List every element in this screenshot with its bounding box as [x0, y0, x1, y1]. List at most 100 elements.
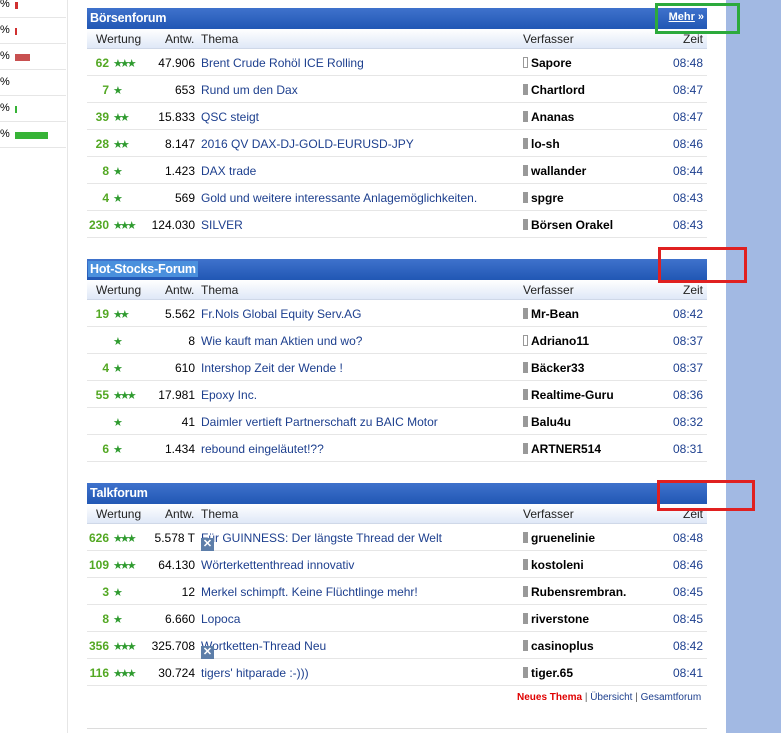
thread-topic-link[interactable]: tigers' hitparade :-))) [201, 666, 309, 680]
post-time-link[interactable]: 08:36 [673, 388, 703, 402]
post-time-link[interactable]: 08:48 [673, 531, 703, 545]
post-time-link[interactable]: 08:42 [673, 639, 703, 653]
thread-topic-link[interactable]: DAX trade [201, 164, 256, 178]
post-time-link[interactable]: 08:37 [673, 334, 703, 348]
author-link[interactable]: gruenelinie [523, 531, 595, 545]
author-link[interactable]: ARTNER514 [523, 442, 601, 456]
column-header-author[interactable]: Verfasser [523, 283, 574, 297]
author-link[interactable]: Bäcker33 [523, 361, 584, 375]
table-row[interactable]: 4 ★ 569 Gold und weitere interessante Anlag… [87, 184, 707, 211]
thread-topic-link[interactable]: Wie kauft man Aktien und wo? [201, 334, 362, 348]
post-time-link[interactable]: 08:44 [673, 164, 703, 178]
thread-topic-link[interactable]: Intershop Zeit der Wende ! [201, 361, 343, 375]
table-row[interactable]: ★ 8 Wie kauft man Aktien und wo? Adriano11 0… [87, 327, 707, 354]
thread-topic-link[interactable]: Brent Crude Rohöl ICE Rolling [201, 56, 364, 70]
table-row[interactable]: 8 ★ 6.660 Lopoca riverstone 08:45 [87, 605, 707, 632]
column-header-author[interactable]: Verfasser [523, 32, 574, 46]
author-link[interactable]: Mr-Bean [523, 307, 579, 321]
post-time-link[interactable]: 08:47 [673, 110, 703, 124]
column-header-answers[interactable]: Antw. [165, 507, 194, 521]
thread-topic-link[interactable]: Gold und weitere interessante Anlagemögl… [201, 191, 477, 205]
column-header-topic[interactable]: Thema [201, 283, 238, 297]
thread-topic-link[interactable]: Daimler vertieft Partnerschaft zu BAIC M… [201, 415, 438, 429]
column-header-rating[interactable]: Wertung [96, 507, 141, 521]
all-forums-link[interactable]: Gesamtforum [641, 692, 702, 703]
thread-topic-link[interactable]: Lopoca [201, 612, 240, 626]
column-header-topic[interactable]: Thema [201, 507, 238, 521]
author-link[interactable]: riverstone [523, 612, 589, 626]
column-header-answers[interactable]: Antw. [165, 32, 194, 46]
table-row[interactable]: 8 ★ 1.423 DAX trade wallander 08:44 [87, 157, 707, 184]
table-row[interactable]: ★ 41 Daimler vertieft Partnerschaft zu BAI… [87, 408, 707, 435]
author-link[interactable]: wallander [523, 164, 586, 178]
column-header-topic[interactable]: Thema [201, 32, 238, 46]
thread-topic-link[interactable]: 2016 QV DAX-DJ-GOLD-EURUSD-JPY [201, 137, 414, 151]
post-time-link[interactable]: 08:45 [673, 612, 703, 626]
column-header-rating[interactable]: Wertung [96, 283, 141, 297]
answer-count: 5.562 [164, 307, 195, 321]
author-link[interactable]: lo-sh [523, 137, 560, 151]
forum-title[interactable]: Talkforum [90, 486, 148, 500]
author-link[interactable]: Adriano11 [523, 334, 589, 348]
author-link[interactable]: casinoplus [523, 639, 594, 653]
thread-topic-link[interactable]: Fr.Nols Global Equity Serv.AG [201, 307, 362, 321]
table-row[interactable]: 6 ★ 1.434 rebound eingeläutet!?? ARTNER514 08… [87, 435, 707, 462]
thread-topic-link[interactable]: ✕ Für GUINNESS: Der längste Thread der We… [201, 531, 442, 551]
post-time-link[interactable]: 08:31 [673, 442, 703, 456]
table-row[interactable]: 626 ★★★ 5.578 T ✕ Für GUINNESS: Der längste … [87, 524, 707, 551]
forum-title[interactable]: Börsenforum [90, 11, 166, 25]
post-time-link[interactable]: 08:37 [673, 361, 703, 375]
table-row[interactable]: 109 ★★★ 64.130 Wörterkettenthread innovativ… [87, 551, 707, 578]
post-time-link[interactable]: 08:43 [673, 218, 703, 232]
column-header-answers[interactable]: Antw. [165, 283, 194, 297]
column-header-author[interactable]: Verfasser [523, 507, 574, 521]
table-row[interactable]: 19 ★★ 5.562 Fr.Nols Global Equity Serv.AG Mr… [87, 300, 707, 327]
thread-topic-link[interactable]: QSC steigt [201, 110, 259, 124]
thread-topic-link[interactable]: Wörterkettenthread innovativ [201, 558, 354, 572]
author-link[interactable]: Balu4u [523, 415, 571, 429]
author-link[interactable]: tiger.65 [523, 666, 573, 680]
thread-topic-link[interactable]: rebound eingeläutet!?? [201, 442, 324, 456]
column-header-rating[interactable]: Wertung [96, 32, 141, 46]
thread-topic-link[interactable]: Epoxy Inc. [201, 388, 257, 402]
post-time-link[interactable]: 08:47 [673, 83, 703, 97]
overview-link[interactable]: Übersicht [590, 692, 632, 703]
table-row[interactable]: 55 ★★★ 17.981 Epoxy Inc. Realtime-Guru 08:36 [87, 381, 707, 408]
table-row[interactable]: 116 ★★★ 30.724 tigers' hitparade :-))) tiger… [87, 659, 707, 686]
table-row[interactable]: 39 ★★ 15.833 QSC steigt Ananas 08:47 [87, 103, 707, 130]
post-time-link[interactable]: 08:46 [673, 137, 703, 151]
thread-topic-link[interactable]: Rund um den Dax [201, 83, 298, 97]
post-time-link[interactable]: 08:42 [673, 307, 703, 321]
percentage-label: % [0, 0, 10, 10]
table-row[interactable]: 230 ★★★ 124.030 SILVER Börsen Orakel 08:43 [87, 211, 707, 238]
column-header-time[interactable]: Zeit [683, 32, 703, 46]
thread-topic-link[interactable]: Merkel schimpft. Keine Flüchtlinge mehr! [201, 585, 418, 599]
author-link[interactable]: Sapore [523, 56, 572, 70]
post-time-link[interactable]: 08:32 [673, 415, 703, 429]
post-time-link[interactable]: 08:45 [673, 585, 703, 599]
author-link[interactable]: Ananas [523, 110, 574, 124]
author-link[interactable]: Realtime-Guru [523, 388, 614, 402]
author-link[interactable]: Börsen Orakel [523, 218, 613, 232]
table-row[interactable]: 4 ★ 610 Intershop Zeit der Wende ! Bäcker33 0… [87, 354, 707, 381]
post-time-link[interactable]: 08:41 [673, 666, 703, 680]
author-link[interactable]: spgre [523, 191, 564, 205]
table-row[interactable]: 3 ★ 12 Merkel schimpft. Keine Flüchtlinge m… [87, 578, 707, 605]
forum-title[interactable]: Hot-Stocks-Forum [88, 261, 198, 277]
table-row[interactable]: 7 ★ 653 Rund um den Dax Chartlord 08:47 [87, 76, 707, 103]
table-row[interactable]: 356 ★★★ 325.708 ✕ Wortketten-Thread Neu casin… [87, 632, 707, 659]
table-row[interactable]: 28 ★★ 8.147 2016 QV DAX-DJ-GOLD-EURUSD-JPY l… [87, 130, 707, 157]
column-header-time[interactable]: Zeit [683, 283, 703, 297]
post-time-link[interactable]: 08:48 [673, 56, 703, 70]
thread-topic-link[interactable]: ✕ Wortketten-Thread Neu [201, 639, 326, 659]
new-topic-link[interactable]: Neues Thema [517, 692, 582, 703]
post-time-link[interactable]: 08:43 [673, 191, 703, 205]
author-link[interactable]: kostoleni [523, 558, 584, 572]
table-row[interactable]: 62 ★★★ 47.906 Brent Crude Rohöl ICE Rolling… [87, 49, 707, 76]
author-link[interactable]: Chartlord [523, 83, 585, 97]
thread-topic-link[interactable]: SILVER [201, 218, 243, 232]
answer-count: 8 [188, 334, 195, 348]
author-link[interactable]: Rubensrembran. [523, 585, 626, 599]
post-time-link[interactable]: 08:46 [673, 558, 703, 572]
closed-thread-icon: ✕ [201, 538, 214, 551]
